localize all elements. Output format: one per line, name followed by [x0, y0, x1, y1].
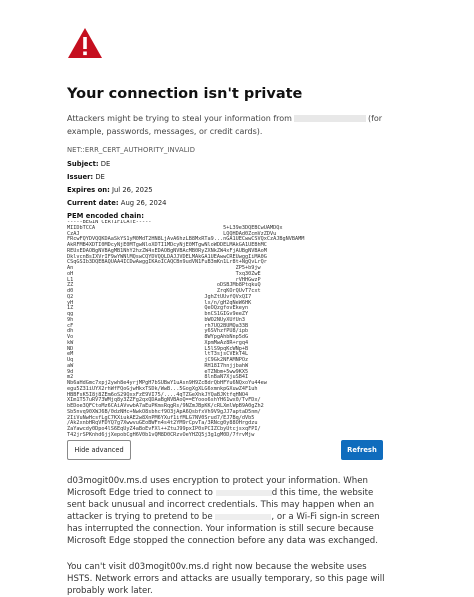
redacted-hostname — [215, 489, 272, 496]
expires-label: Expires on: — [67, 186, 110, 194]
subject-label: Subject: — [67, 160, 99, 168]
subject-row: Subject: DE — [67, 160, 110, 168]
redacted-hostname — [293, 115, 366, 122]
error-description: Attackers might be trying to steal your … — [67, 112, 392, 138]
issuer-label: Issuer: — [67, 173, 94, 181]
expires-value: Jul 26, 2025 — [112, 186, 153, 194]
refresh-button[interactable]: Refresh — [341, 440, 383, 460]
subject-value: DE — [100, 160, 111, 168]
pem-label: PEM encoded chain: — [67, 212, 144, 220]
current-date-row: Current date: Aug 26, 2024 — [67, 199, 167, 207]
current-date-label: Current date: — [67, 199, 119, 207]
redacted-hostname — [215, 513, 272, 520]
issuer-value: DE — [95, 173, 105, 181]
description-prefix: Attackers might be trying to steal your … — [67, 114, 292, 123]
warning-triangle-icon — [68, 28, 102, 58]
pem-chain: -----BEGIN CERTIFICATE----- MIIDbTCCA 5+L… — [67, 220, 387, 444]
current-date-value: Aug 26, 2024 — [120, 199, 167, 207]
page-title: Your connection isn't private — [67, 86, 303, 102]
advanced-paragraph-1: d03mogit00v.ms.d uses encryption to prot… — [67, 475, 389, 548]
expires-row: Expires on: Jul 26, 2025 — [67, 186, 153, 194]
advanced-paragraph-2: You can't visit d03mogit00v.ms.d right n… — [67, 562, 385, 597]
error-code: NET::ERR_CERT_AUTHORITY_INVALID — [67, 146, 196, 154]
hide-advanced-button[interactable]: Hide advanced — [67, 440, 131, 460]
issuer-row: Issuer: DE — [67, 173, 105, 181]
